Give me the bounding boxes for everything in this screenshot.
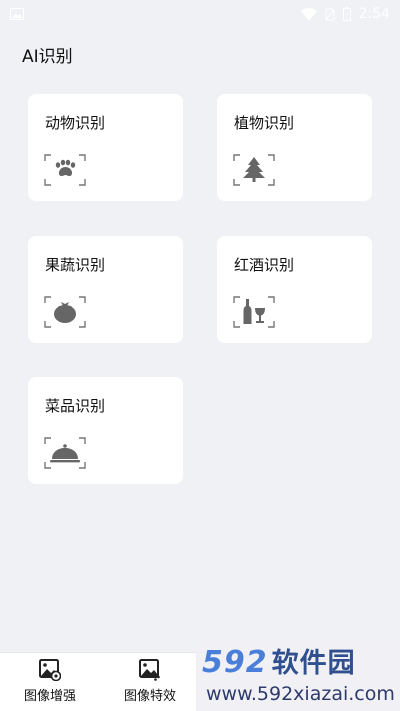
no-sim-icon [325, 8, 335, 20]
tomato-icon [44, 296, 86, 328]
gallery-notification-icon [10, 8, 24, 20]
card-label: 动物识别 [45, 114, 106, 132]
status-bar: ! 2:54 [0, 0, 400, 28]
image-effect-icon [139, 659, 160, 681]
watermark-logo-text: 软件园 [271, 648, 356, 679]
watermark-logo-number: 592 [202, 645, 268, 680]
nav-label: 图像增强 [23, 689, 76, 704]
nav-label: 图像特效 [123, 689, 176, 704]
page-title: AI识别 [22, 47, 73, 67]
wifi-icon [300, 7, 317, 21]
watermark-logo: 592 软件园 [202, 641, 356, 680]
card-label: 菜品识别 [45, 397, 106, 415]
card-label: 红酒识别 [234, 256, 295, 274]
card-plant-recognition[interactable]: 植物识别 [217, 94, 372, 201]
dish-cloche-icon [44, 437, 86, 469]
card-label: 果蔬识别 [45, 256, 106, 274]
watermark-url: www.592xiazai.com [206, 683, 395, 705]
card-fruit-veg-recognition[interactable]: 果蔬识别 [28, 236, 183, 343]
image-enhance-icon [39, 659, 61, 681]
wine-icon [233, 296, 275, 328]
card-animal-recognition[interactable]: 动物识别 [28, 94, 183, 201]
card-label: 植物识别 [234, 114, 295, 132]
card-dish-recognition[interactable]: 菜品识别 [28, 377, 183, 484]
paw-icon [44, 154, 86, 186]
svg-text:!: ! [345, 11, 348, 20]
nav-image-effect[interactable]: 图像特效 [100, 659, 200, 709]
card-wine-recognition[interactable]: 红酒识别 [217, 236, 372, 343]
nav-image-enhance[interactable]: 图像增强 [0, 659, 100, 709]
watermark: 592 软件园 www.592xiazai.com [196, 637, 400, 711]
battery-icon: ! [342, 7, 351, 21]
status-time: 2:54 [358, 6, 390, 22]
tree-icon [233, 154, 275, 186]
